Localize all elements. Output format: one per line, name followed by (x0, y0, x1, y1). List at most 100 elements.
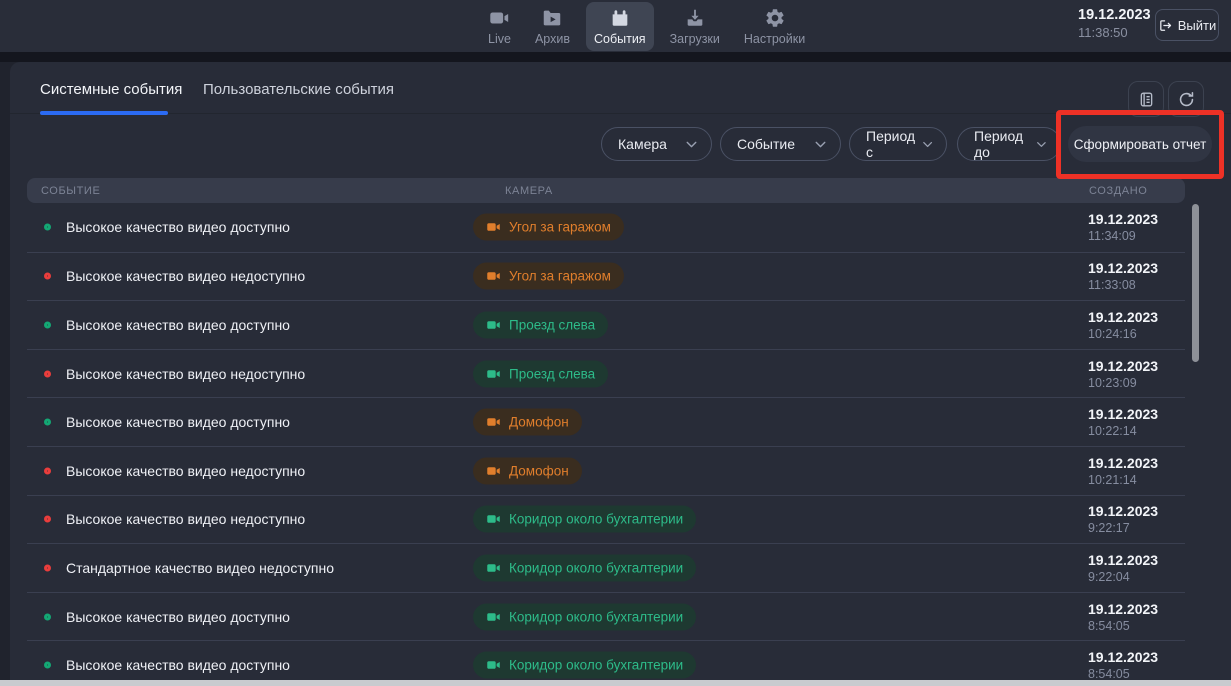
created-cell: 19.12.2023 10:21:14 (1088, 455, 1158, 487)
created-date: 19.12.2023 (1088, 211, 1158, 227)
created-time: 10:23:09 (1088, 376, 1158, 390)
camera-badge-icon (486, 658, 501, 673)
refresh-icon (1177, 90, 1196, 109)
created-cell: 19.12.2023 10:24:16 (1088, 309, 1158, 341)
camera-badge-label: Домофон (509, 415, 569, 430)
tabs-divider (10, 113, 1231, 114)
created-date: 19.12.2023 (1088, 503, 1158, 519)
camera-filter-label: Камера (618, 136, 667, 152)
created-cell: 19.12.2023 9:22:04 (1088, 552, 1158, 584)
tab-system-events[interactable]: Системные события (40, 81, 182, 98)
events-panel: Системные события Пользовательские событ… (10, 62, 1231, 680)
table-row[interactable]: Стандартное качество видео недоступно Ко… (27, 543, 1185, 592)
nav-item-live[interactable]: Live (480, 2, 519, 51)
camera-badge: Угол за гаражом (473, 214, 624, 241)
table-row[interactable]: Высокое качество видео доступно Домофон … (27, 397, 1185, 446)
created-time: 11:33:08 (1088, 278, 1158, 292)
created-cell: 19.12.2023 10:23:09 (1088, 358, 1158, 390)
nav-label-settings: Настройки (744, 32, 805, 46)
column-header-event: СОБЫТИЕ (41, 185, 100, 197)
created-date: 19.12.2023 (1088, 260, 1158, 276)
tab-user-events[interactable]: Пользовательские события (203, 81, 394, 98)
archive-folder-icon (541, 7, 563, 29)
clock: 19.12.2023 11:38:50 (1078, 7, 1151, 40)
table-row[interactable]: Высокое качество видео доступно Проезд с… (27, 300, 1185, 349)
created-time: 9:22:04 (1088, 570, 1158, 584)
chevron-down-icon (812, 136, 829, 153)
camera-badge: Домофон (473, 409, 582, 436)
created-date: 19.12.2023 (1088, 601, 1158, 617)
created-cell: 19.12.2023 11:33:08 (1088, 260, 1158, 292)
table-row[interactable]: Высокое качество видео недоступно Проезд… (27, 349, 1185, 398)
created-cell: 19.12.2023 8:54:05 (1088, 649, 1158, 680)
nav-item-downloads[interactable]: Загрузки (662, 2, 728, 51)
created-time: 10:22:14 (1088, 424, 1158, 438)
top-bar: Live Архив События Загрузки Настройки (0, 0, 1231, 52)
logout-label: Выйти (1178, 18, 1217, 33)
scrollbar-thumb[interactable] (1192, 204, 1199, 362)
event-label: Высокое качество видео доступно (66, 609, 290, 625)
camera-badge-icon (486, 269, 501, 284)
created-date: 19.12.2023 (1088, 455, 1158, 471)
event-label: Высокое качество видео недоступно (66, 268, 305, 284)
camera-badge-label: Проезд слева (509, 317, 595, 332)
nav-item-settings[interactable]: Настройки (736, 2, 813, 51)
camera-badge: Проезд слева (473, 360, 608, 387)
status-indicator-icon (44, 564, 51, 571)
camera-badge-label: Коридор около бухгалтерии (509, 512, 683, 527)
camera-badge-icon (486, 512, 501, 527)
nav-label-archive: Архив (535, 32, 570, 46)
camera-badge: Коридор около бухгалтерии (473, 652, 696, 679)
event-label: Высокое качество видео недоступно (66, 463, 305, 479)
nav-item-archive[interactable]: Архив (527, 2, 578, 51)
created-date: 19.12.2023 (1088, 406, 1158, 422)
nav-label-events: События (594, 32, 646, 46)
event-label: Высокое качество видео доступно (66, 219, 290, 235)
event-label: Высокое качество видео доступно (66, 414, 290, 430)
current-date: 19.12.2023 (1078, 7, 1151, 23)
table-row[interactable]: Высокое качество видео доступно Коридор … (27, 592, 1185, 641)
period-from-label: Период с (866, 128, 920, 160)
table-body: Высокое качество видео доступно Угол за … (27, 203, 1185, 680)
camera-badge-icon (486, 366, 501, 381)
table-row[interactable]: Высокое качество видео недоступно Коридо… (27, 495, 1185, 544)
created-cell: 19.12.2023 11:34:09 (1088, 211, 1158, 243)
event-filter-label: Событие (737, 136, 795, 152)
report-list-button[interactable] (1128, 81, 1164, 117)
calendar-icon (609, 7, 631, 29)
created-date: 19.12.2023 (1088, 358, 1158, 374)
status-indicator-icon (44, 662, 51, 669)
created-time: 11:34:09 (1088, 229, 1158, 243)
bottom-edge-strip (0, 680, 1231, 686)
camera-badge-icon (486, 609, 501, 624)
chevron-down-icon (1034, 136, 1049, 153)
camera-badge-label: Коридор около бухгалтерии (509, 658, 683, 673)
event-filter-dropdown[interactable]: Событие (720, 127, 841, 161)
topbar-separator (0, 52, 1231, 62)
camera-badge-label: Домофон (509, 463, 569, 478)
camera-badge-icon (486, 463, 501, 478)
status-indicator-icon (44, 613, 51, 620)
period-to-dropdown[interactable]: Период до (957, 127, 1061, 161)
camera-badge: Коридор около бухгалтерии (473, 603, 696, 630)
status-indicator-icon (44, 321, 51, 328)
generate-report-button[interactable]: Сформировать отчет (1068, 126, 1212, 162)
table-row[interactable]: Высокое качество видео недоступно Домофо… (27, 446, 1185, 495)
nav-item-events[interactable]: События (586, 2, 654, 51)
camera-badge-label: Коридор около бухгалтерии (509, 560, 683, 575)
created-date: 19.12.2023 (1088, 309, 1158, 325)
table-header: СОБЫТИЕ КАМЕРА СОЗДАНО (27, 178, 1185, 203)
camera-badge: Домофон (473, 457, 582, 484)
camera-filter-dropdown[interactable]: Камера (601, 127, 712, 161)
refresh-button[interactable] (1168, 81, 1204, 117)
logout-button[interactable]: Выйти (1155, 9, 1219, 41)
table-row[interactable]: Высокое качество видео доступно Коридор … (27, 640, 1185, 680)
gear-icon (764, 7, 786, 29)
period-to-label: Период до (974, 128, 1034, 160)
chevron-down-icon (920, 136, 935, 153)
created-cell: 19.12.2023 10:22:14 (1088, 406, 1158, 438)
table-row[interactable]: Высокое качество видео доступно Угол за … (27, 203, 1185, 252)
table-row[interactable]: Высокое качество видео недоступно Угол з… (27, 252, 1185, 301)
logout-icon (1158, 18, 1173, 33)
period-from-dropdown[interactable]: Период с (849, 127, 947, 161)
